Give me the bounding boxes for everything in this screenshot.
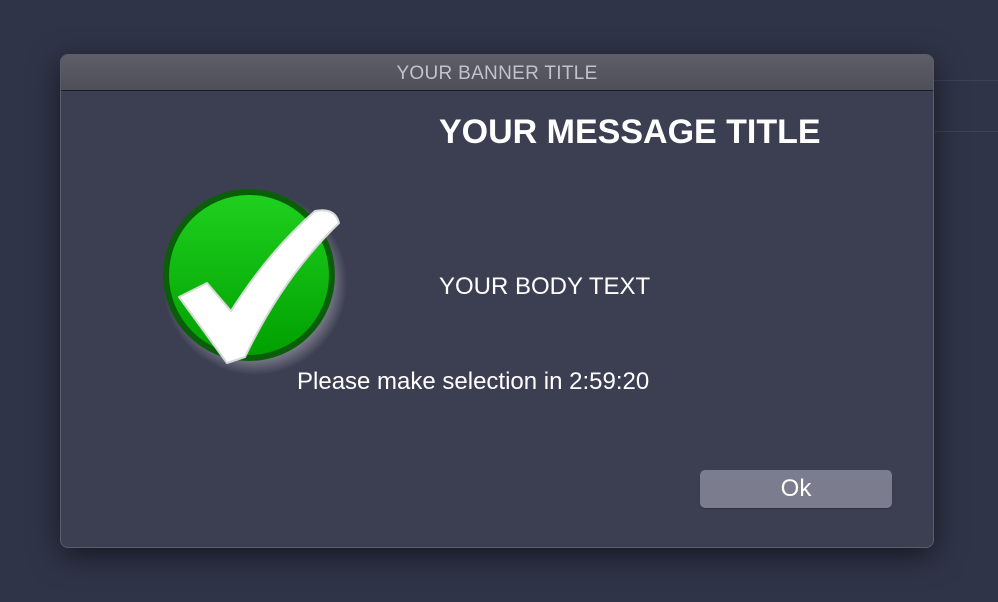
ok-button[interactable]: Ok bbox=[700, 470, 892, 508]
green-checkmark-icon bbox=[163, 189, 347, 375]
countdown-text: Please make selection in 2:59:20 bbox=[297, 368, 650, 395]
background-divider bbox=[930, 131, 998, 132]
banner-title: YOUR BANNER TITLE bbox=[396, 63, 598, 84]
dialog-titlebar[interactable]: YOUR BANNER TITLE bbox=[61, 55, 933, 91]
alert-dialog: YOUR BANNER TITLE YOUR MESSAGE TITLE YOU… bbox=[60, 54, 934, 548]
desktop-background: YOUR BANNER TITLE YOUR MESSAGE TITLE YOU… bbox=[0, 0, 998, 602]
message-title: YOUR MESSAGE TITLE bbox=[439, 113, 821, 151]
background-divider bbox=[930, 80, 998, 81]
body-text: YOUR BODY TEXT bbox=[439, 273, 651, 300]
